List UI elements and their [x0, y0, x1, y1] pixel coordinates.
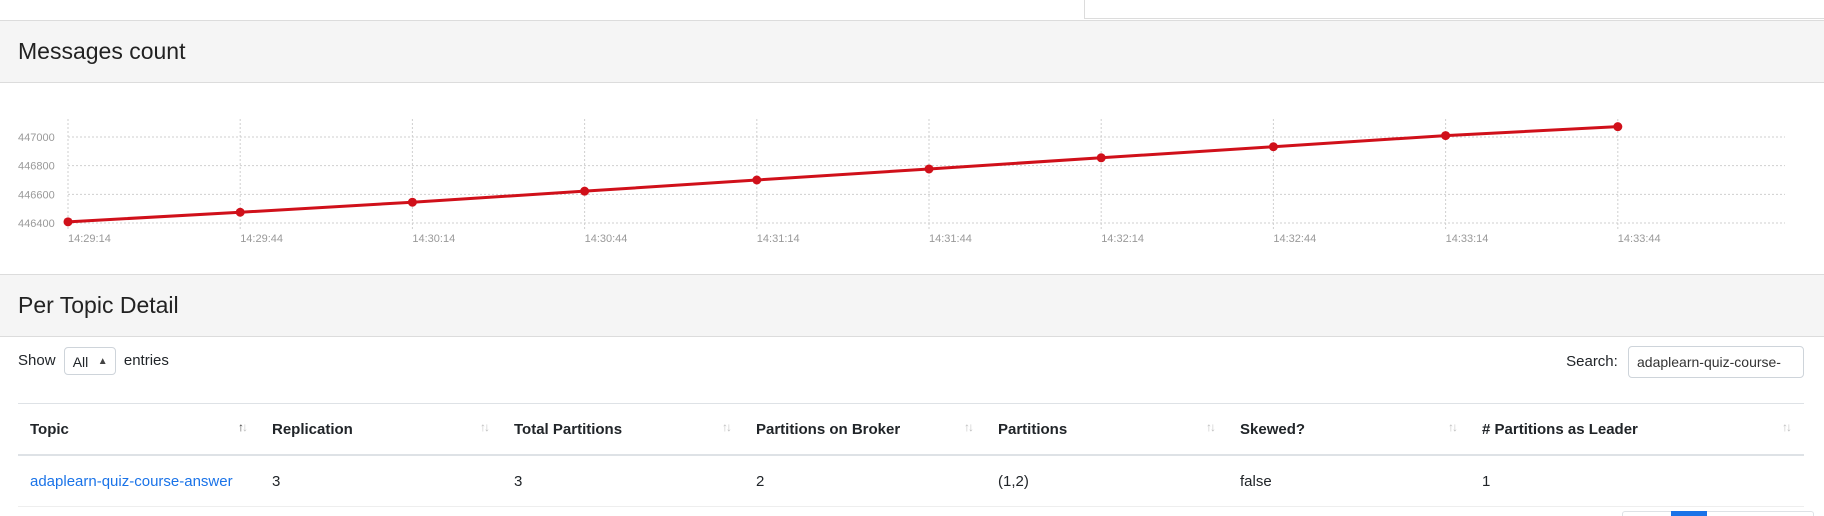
top-cards-remnant — [0, 0, 1824, 21]
cell-partitions-as-leader: 1 — [1470, 455, 1804, 507]
data-point — [63, 217, 73, 227]
search-input[interactable] — [1628, 346, 1804, 378]
messages-line-chart: 446400 446600 446800 447000 14:29:14 14:29:44… — [18, 119, 1785, 245]
cell-total-partitions: 3 — [502, 455, 744, 507]
topic-table: Topic ↑↓ Replication ↑↓ Total Partitions ↑↓… — [18, 403, 1804, 507]
data-point — [235, 207, 245, 217]
col-partitions-label: Partitions — [998, 420, 1068, 438]
messages-count-chart: 446400 446600 446800 447000 14:29:14 14:29:44… — [0, 83, 1790, 258]
per-topic-header: Per Topic Detail — [0, 275, 1824, 337]
messages-count-header: Messages count — [0, 21, 1824, 83]
entries-label: entries — [123, 352, 169, 370]
top-right-card — [1084, 0, 1824, 19]
y-tick-label: 446800 — [18, 161, 55, 173]
x-tick-label: 14:32:14 — [1101, 233, 1144, 245]
col-topic-label: Topic — [30, 420, 69, 438]
cell-partitions-on-broker: 2 — [744, 455, 986, 507]
cell-topic: adaplearn-quiz-course-answer — [18, 455, 260, 507]
show-label: Show — [18, 352, 56, 370]
col-total-partitions-label: Total Partitions — [514, 420, 623, 438]
data-point — [924, 164, 934, 174]
table-header-row: Topic ↑↓ Replication ↑↓ Total Partitions ↑↓… — [18, 403, 1804, 456]
data-point — [407, 197, 417, 207]
top-left-card — [0, 0, 1084, 21]
x-tick-label: 14:33:44 — [1618, 233, 1661, 245]
col-skewed-label: Skewed? — [1240, 420, 1306, 438]
sort-icon: ↑↓ — [964, 420, 974, 434]
x-tick-label: 14:30:44 — [585, 233, 628, 245]
x-tick-label: 14:33:14 — [1446, 233, 1489, 245]
sort-asc-icon: ↑↓ — [238, 420, 248, 434]
col-partitions-as-leader[interactable]: # Partitions as Leader ↑↓ — [1470, 403, 1804, 456]
col-partitions-on-broker[interactable]: Partitions on Broker ↑↓ — [744, 403, 986, 456]
cell-replication: 3 — [260, 455, 502, 507]
data-point — [1441, 131, 1451, 141]
per-topic-detail-panel: Per Topic Detail Show All ▲ entries Sear… — [0, 274, 1824, 516]
x-tick-label: 14:30:14 — [412, 233, 455, 245]
entries-select[interactable]: All ▲ — [63, 347, 116, 376]
y-tick-label: 446400 — [18, 218, 55, 230]
sort-icon: ↑↓ — [1782, 420, 1792, 434]
data-point — [580, 186, 590, 196]
x-tick-label: 14:29:14 — [68, 233, 111, 245]
cell-skewed: false — [1228, 455, 1470, 507]
x-tick-label: 14:31:14 — [757, 233, 800, 245]
select-arrows-icon: ▲ — [97, 356, 108, 368]
sort-icon: ↑↓ — [1206, 420, 1216, 434]
sort-icon: ↑↓ — [480, 420, 490, 434]
y-tick-label: 446600 — [18, 189, 55, 201]
data-point — [1613, 122, 1623, 132]
topic-link[interactable]: adaplearn-quiz-course-answer — [30, 473, 233, 490]
col-partitions-as-leader-label: # Partitions as Leader — [1482, 420, 1638, 438]
x-tick-label: 14:31:44 — [929, 233, 972, 245]
entries-select-value: All — [72, 354, 89, 371]
col-replication[interactable]: Replication ↑↓ — [260, 403, 502, 456]
col-replication-label: Replication — [272, 420, 353, 438]
col-topic[interactable]: Topic ↑↓ — [18, 403, 260, 456]
y-tick-label: 447000 — [18, 132, 55, 144]
x-tick-label: 14:32:44 — [1273, 233, 1316, 245]
data-point — [1268, 142, 1278, 152]
messages-count-panel: Messages count 446400 446600 446800 447000 1… — [0, 20, 1824, 274]
col-total-partitions[interactable]: Total Partitions ↑↓ — [502, 403, 744, 456]
search-box: Search: — [1566, 346, 1804, 378]
series-line — [67, 125, 1618, 224]
table-row: adaplearn-quiz-course-answer 3 3 2 (1,2)… — [18, 455, 1804, 507]
per-topic-title: Per Topic Detail — [18, 292, 179, 318]
col-partitions[interactable]: Partitions ↑↓ — [986, 403, 1228, 456]
messages-count-title: Messages count — [18, 38, 186, 64]
sort-icon: ↑↓ — [722, 420, 732, 434]
data-point — [752, 175, 762, 185]
show-entries: Show All ▲ entries — [18, 346, 169, 376]
col-partitions-on-broker-label: Partitions on Broker — [756, 420, 901, 438]
sort-icon: ↑↓ — [1448, 420, 1458, 434]
col-skewed[interactable]: Skewed? ↑↓ — [1228, 403, 1470, 456]
cell-partitions: (1,2) — [986, 455, 1228, 507]
x-tick-label: 14:29:44 — [240, 233, 283, 245]
data-point — [1096, 153, 1106, 163]
search-label: Search: — [1566, 353, 1618, 370]
table-controls: Show All ▲ entries Search: — [0, 338, 1824, 384]
